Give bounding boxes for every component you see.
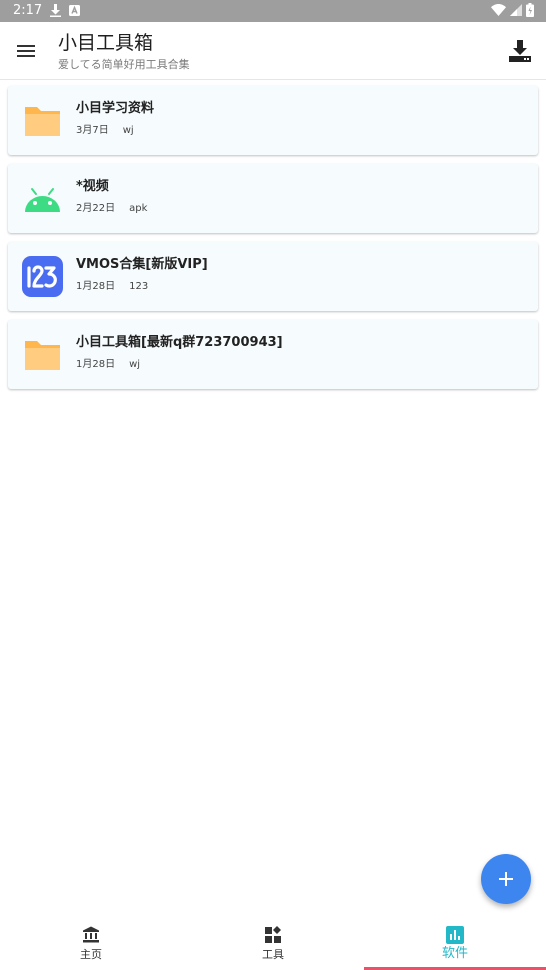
status-bar: 2:17 bbox=[0, 0, 546, 22]
folder-icon bbox=[25, 107, 60, 136]
status-time: 2:17 bbox=[13, 3, 43, 18]
nav-item-software[interactable]: 软件 bbox=[364, 918, 546, 970]
file-name: *视频 bbox=[76, 179, 109, 194]
file-date: 1月28日 bbox=[76, 359, 116, 370]
folder-icon bbox=[25, 341, 60, 370]
download-tray-icon bbox=[509, 40, 531, 62]
file-date: 2月22日 bbox=[76, 203, 116, 214]
widgets-icon bbox=[265, 926, 281, 943]
title-block: 小目工具箱 爱してる简单好用工具合集 bbox=[58, 30, 190, 73]
file-name: 小目学习资料 bbox=[76, 101, 155, 116]
file-name: 小目工具箱[最新q群723700943] bbox=[76, 335, 283, 350]
wifi-icon bbox=[491, 4, 506, 16]
download-button[interactable] bbox=[507, 38, 533, 64]
file-date: 1月28日 bbox=[76, 281, 116, 292]
file-meta: 2月22日 apk bbox=[76, 202, 147, 216]
file-meta: 1月28日 123 bbox=[76, 280, 148, 294]
nav-item-home[interactable]: 主页 bbox=[0, 918, 182, 970]
nav-label: 工具 bbox=[262, 948, 284, 961]
app-notification-icon bbox=[69, 5, 80, 16]
file-date: 3月7日 bbox=[76, 125, 109, 136]
chart-icon bbox=[446, 926, 464, 944]
bank-icon bbox=[83, 926, 99, 943]
battery-icon bbox=[526, 3, 534, 17]
file-name: VMOS合集[新版VIP] bbox=[76, 257, 208, 272]
android-icon bbox=[25, 188, 60, 212]
download-status-icon bbox=[50, 4, 61, 17]
file-tag: 123 bbox=[129, 281, 149, 292]
nav-item-tools[interactable]: 工具 bbox=[182, 918, 364, 970]
nav-label: 主页 bbox=[80, 948, 102, 961]
app-bar: 小目工具箱 爱してる简单好用工具合集 bbox=[0, 22, 546, 80]
pan123-icon bbox=[22, 256, 63, 297]
list-item[interactable]: *视频 2月22日 apk bbox=[8, 164, 538, 233]
page-title: 小目工具箱 bbox=[58, 32, 154, 54]
bottom-nav: 主页 工具 软件 bbox=[0, 918, 546, 970]
cellular-signal-icon bbox=[510, 4, 522, 16]
hamburger-menu-icon bbox=[17, 45, 35, 57]
add-button[interactable] bbox=[481, 854, 531, 904]
file-meta: 1月28日 wj bbox=[76, 358, 140, 372]
nav-label: 软件 bbox=[441, 946, 468, 961]
menu-button[interactable] bbox=[14, 39, 38, 63]
file-tag: apk bbox=[129, 203, 148, 214]
list-item[interactable]: 小目工具箱[最新q群723700943] 1月28日 wj bbox=[8, 320, 538, 389]
file-tag: wj bbox=[122, 125, 134, 136]
page-subtitle: 爱してる简单好用工具合集 bbox=[58, 58, 190, 71]
plus-icon bbox=[499, 872, 513, 886]
file-list: 小目学习资料 3月7日 wj *视频 2月22日 apk VMOS合集[新版VIP]… bbox=[8, 86, 538, 398]
list-item[interactable]: 小目学习资料 3月7日 wj bbox=[8, 86, 538, 155]
file-meta: 3月7日 wj bbox=[76, 124, 134, 138]
file-tag: wj bbox=[129, 359, 141, 370]
list-item[interactable]: VMOS合集[新版VIP] 1月28日 123 bbox=[8, 242, 538, 311]
